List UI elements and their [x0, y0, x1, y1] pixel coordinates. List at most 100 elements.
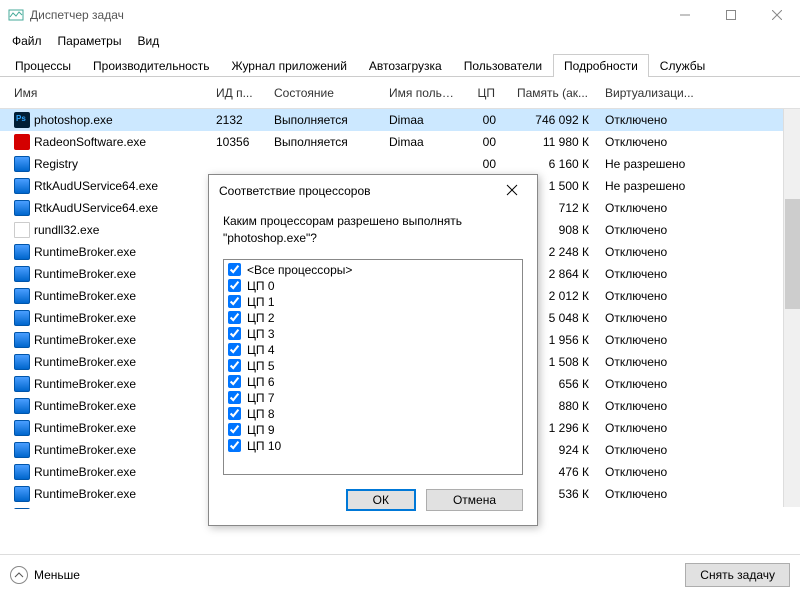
fewer-label: Меньше — [34, 568, 80, 582]
tab-5[interactable]: Подробности — [553, 54, 649, 77]
menu-view[interactable]: Вид — [129, 32, 167, 50]
process-name: RuntimeBroker.exe — [34, 465, 136, 479]
close-button[interactable] — [754, 0, 800, 30]
process-name: RtkAudUService64.exe — [34, 201, 158, 215]
cpu-item[interactable]: ЦП 8 — [226, 406, 520, 422]
col-cpu[interactable]: ЦП — [466, 80, 504, 106]
cell-virt: Отключено — [597, 441, 717, 459]
titlebar: Диспетчер задач — [0, 0, 800, 30]
cpu-checkbox[interactable] — [228, 263, 241, 276]
cpu-item[interactable]: ЦП 7 — [226, 390, 520, 406]
process-icon — [14, 156, 30, 172]
process-icon — [14, 420, 30, 436]
cpu-list[interactable]: <Все процессоры>ЦП 0ЦП 1ЦП 2ЦП 3ЦП 4ЦП 5… — [223, 259, 523, 475]
cpu-checkbox[interactable] — [228, 327, 241, 340]
cell-user: Dimaa — [381, 111, 466, 129]
fewer-details-button[interactable]: Меньше — [10, 566, 80, 584]
dialog-title: Соответствие процессоров — [219, 184, 497, 198]
cpu-label: ЦП 10 — [247, 439, 281, 453]
cell-user: Dimaa — [381, 133, 466, 151]
cpu-checkbox[interactable] — [228, 391, 241, 404]
cell-virt: Отключено — [597, 243, 717, 261]
cpu-item[interactable]: ЦП 3 — [226, 326, 520, 342]
tab-2[interactable]: Журнал приложений — [221, 54, 358, 77]
cpu-item[interactable]: ЦП 4 — [226, 342, 520, 358]
process-name: RuntimeBroker.exe — [34, 443, 136, 457]
cpu-checkbox[interactable] — [228, 343, 241, 356]
col-user[interactable]: Имя польз... — [381, 80, 466, 106]
process-icon — [14, 376, 30, 392]
cell-virt: Отключено — [597, 331, 717, 349]
col-mem[interactable]: Память (ак... — [504, 80, 597, 106]
cell-mem: 746 092 К — [504, 111, 597, 129]
process-icon — [14, 354, 30, 370]
cpu-checkbox[interactable] — [228, 439, 241, 452]
process-name: RuntimeBroker.exe — [34, 311, 136, 325]
scrollbar-thumb[interactable] — [785, 199, 800, 309]
process-icon — [14, 244, 30, 260]
dialog-cancel-button[interactable]: Отмена — [426, 489, 523, 511]
cpu-checkbox[interactable] — [228, 311, 241, 324]
dialog-close-button[interactable] — [497, 183, 527, 199]
process-name: RadeonSoftware.exe — [34, 135, 146, 149]
cpu-checkbox[interactable] — [228, 423, 241, 436]
tab-1[interactable]: Производительность — [82, 54, 220, 77]
cpu-label: ЦП 3 — [247, 327, 275, 341]
cell-pid: 2132 — [208, 111, 266, 129]
process-icon — [14, 222, 30, 238]
cell-virt: Отключено — [597, 221, 717, 239]
cpu-item[interactable]: ЦП 5 — [226, 358, 520, 374]
cpu-item[interactable]: ЦП 2 — [226, 310, 520, 326]
cpu-item[interactable]: ЦП 10 — [226, 438, 520, 454]
process-icon — [14, 288, 30, 304]
tab-0[interactable]: Процессы — [4, 54, 82, 77]
cpu-checkbox[interactable] — [228, 407, 241, 420]
cpu-label: ЦП 9 — [247, 423, 275, 437]
cell-virt: Отключено — [597, 287, 717, 305]
menu-file[interactable]: Файл — [4, 32, 50, 50]
process-icon — [14, 332, 30, 348]
cpu-item[interactable]: ЦП 6 — [226, 374, 520, 390]
dialog-titlebar[interactable]: Соответствие процессоров — [209, 175, 537, 207]
table-row[interactable]: RadeonSoftware.exe10356ВыполняетсяDimaa0… — [0, 131, 800, 153]
col-name[interactable]: Имя — [6, 80, 208, 106]
cpu-checkbox[interactable] — [228, 295, 241, 308]
cpu-checkbox[interactable] — [228, 375, 241, 388]
minimize-button[interactable] — [662, 0, 708, 30]
tab-4[interactable]: Пользователи — [453, 54, 553, 77]
cell-virt: Отключено — [597, 485, 717, 503]
scrollbar-vertical[interactable] — [783, 109, 800, 507]
table-row[interactable]: photoshop.exe2132ВыполняетсяDimaa00746 0… — [0, 109, 800, 131]
col-pid[interactable]: ИД п... — [208, 80, 266, 106]
cpu-item[interactable]: ЦП 9 — [226, 422, 520, 438]
cpu-item[interactable]: <Все процессоры> — [226, 262, 520, 278]
cpu-checkbox[interactable] — [228, 359, 241, 372]
process-icon — [14, 508, 30, 509]
cell-status: Выполняется — [266, 111, 381, 129]
cpu-label: ЦП 6 — [247, 375, 275, 389]
cell-status — [266, 162, 381, 166]
table-row[interactable]: Registry006 160 КНе разрешено — [0, 153, 800, 175]
cell-cpu: 00 — [466, 155, 504, 173]
end-task-button[interactable]: Снять задачу — [685, 563, 790, 587]
process-name: RuntimeBroker.exe — [34, 267, 136, 281]
tab-3[interactable]: Автозагрузка — [358, 54, 453, 77]
process-name: RuntimeBroker.exe — [34, 245, 136, 259]
cell-virt: Не разрешено — [597, 155, 717, 173]
cell-virt: Отключено — [597, 199, 717, 217]
process-name: Registry — [34, 157, 78, 171]
cpu-item[interactable]: ЦП 1 — [226, 294, 520, 310]
cpu-checkbox[interactable] — [228, 279, 241, 292]
cell-virt: Отключено — [597, 507, 717, 509]
col-status[interactable]: Состояние — [266, 80, 381, 106]
menu-options[interactable]: Параметры — [50, 32, 130, 50]
maximize-button[interactable] — [708, 0, 754, 30]
menubar: Файл Параметры Вид — [0, 30, 800, 52]
cpu-item[interactable]: ЦП 0 — [226, 278, 520, 294]
dialog-ok-button[interactable]: ОК — [346, 489, 416, 511]
tab-6[interactable]: Службы — [649, 54, 716, 77]
col-virt[interactable]: Виртуализаци... — [597, 80, 717, 106]
process-name: RuntimeBroker.exe — [34, 377, 136, 391]
table-header: Имя ИД п... Состояние Имя польз... ЦП Па… — [0, 77, 800, 109]
process-icon — [14, 486, 30, 502]
